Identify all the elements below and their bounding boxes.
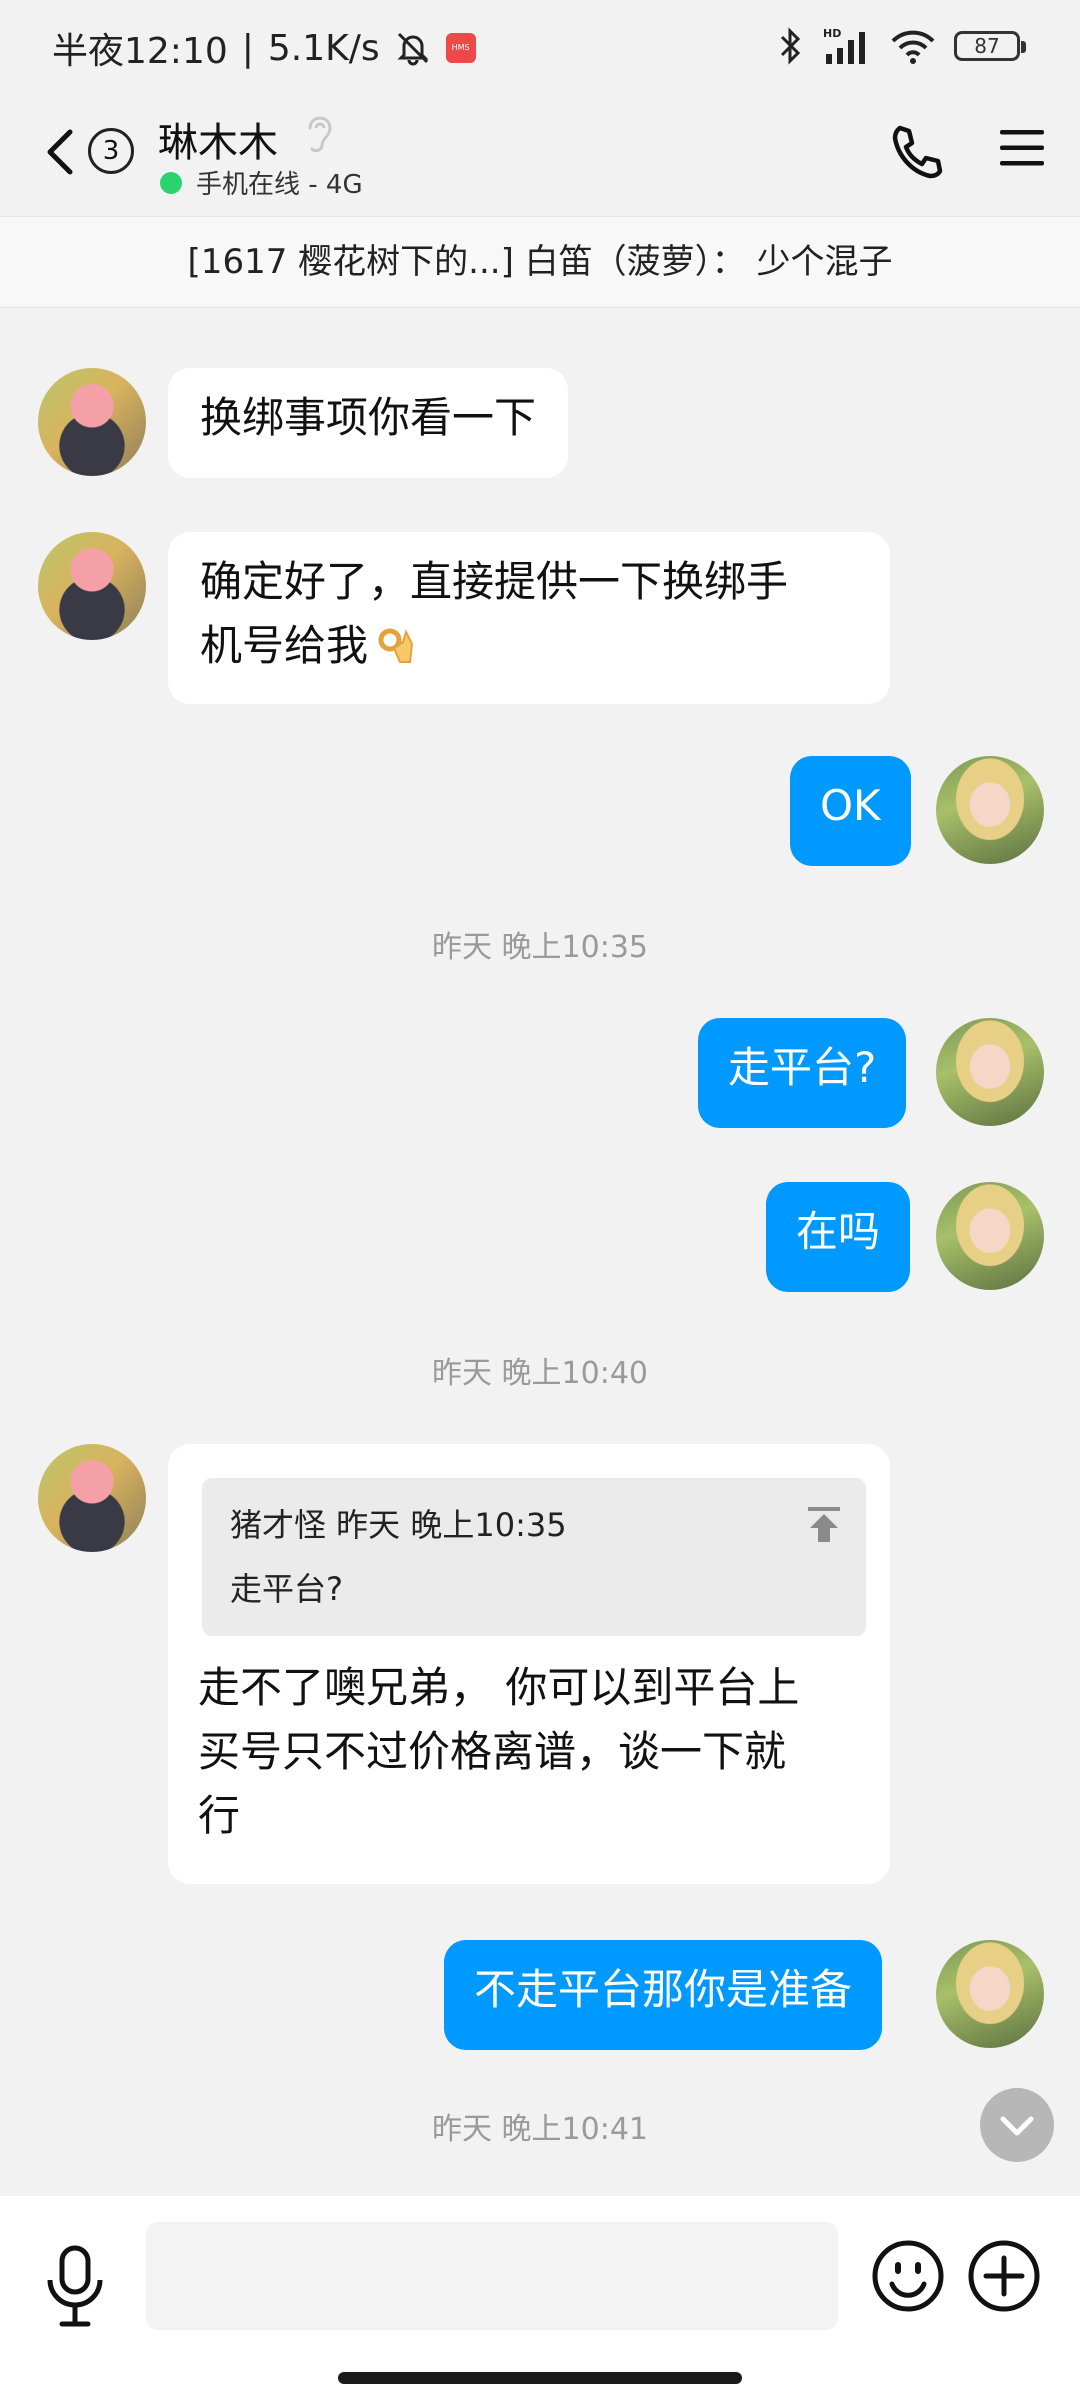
message-bubble-sent[interactable]: 在吗 [766, 1182, 911, 1292]
network-speed: 5.1K/s [267, 27, 380, 69]
status-bar: 半夜12:10 | 5.1K/s HMS HD 87 [0, 0, 1080, 96]
input-bar [0, 2196, 1080, 2400]
message-text-line2: 买号只不过价格离谱，谈一下就 [198, 1727, 787, 1776]
chevron-down-icon [1000, 2116, 1034, 2136]
message-bubble-received[interactable]: 猪才怪 昨天 晚上10:35 走平台? 走不了噢兄弟， 你可以到平台上 买号只不… [168, 1444, 890, 1884]
status-separator: | [241, 27, 254, 69]
message-text: 确定好了，直接提供一下换绑手 [200, 557, 789, 606]
wifi-icon [891, 30, 935, 64]
ear-icon [308, 116, 332, 153]
contact-avatar[interactable] [38, 368, 146, 476]
my-avatar[interactable] [936, 1182, 1044, 1290]
bluetooth-icon [780, 27, 801, 65]
status-time: 半夜12:10 [52, 31, 228, 72]
contact-name[interactable]: 琳木木 [158, 110, 278, 168]
message-bubble-sent[interactable]: 不走平台那你是准备 [444, 1940, 883, 2050]
ok-hand-emoji-icon [378, 628, 414, 663]
online-dot-icon [160, 171, 182, 194]
message-timestamp: 昨天 晚上10:40 [432, 1356, 648, 1391]
voice-input-button[interactable] [42, 2244, 108, 2328]
message-text: 不走平台那你是准备 [474, 1965, 853, 2014]
signal-icon: HD [823, 27, 865, 64]
message-text: 在吗 [796, 1207, 881, 1256]
message-input[interactable] [146, 2222, 838, 2330]
my-avatar[interactable] [936, 756, 1044, 864]
message-text: 换绑事项你看一下 [200, 393, 537, 442]
message-bubble-sent[interactable]: 走平台? [698, 1018, 907, 1128]
muted-bell-icon [397, 32, 429, 66]
message-timestamp: 昨天 晚上10:35 [432, 930, 648, 965]
contact-avatar[interactable] [38, 532, 146, 640]
message-text: OK [820, 781, 881, 830]
message-text-line3: 行 [198, 1791, 241, 1840]
message-timestamp: 昨天 晚上10:41 [432, 2112, 648, 2147]
hms-icon: HMS [445, 33, 476, 63]
message-text: 走不了噢兄弟， 你可以到平台上 [198, 1663, 800, 1712]
battery-icon: 87 [954, 31, 1026, 61]
phone-call-button[interactable] [888, 120, 944, 180]
contact-avatar[interactable] [38, 1444, 146, 1552]
jump-to-message-icon[interactable] [804, 1504, 844, 1544]
more-options-plus-button[interactable] [966, 2238, 1042, 2314]
status-right: HD 87 [778, 26, 1026, 66]
my-avatar[interactable] [936, 1018, 1044, 1126]
message-bubble-sent[interactable]: OK [790, 756, 911, 866]
status-left: 半夜12:10 | 5.1K/s HMS [52, 22, 476, 74]
quoted-message[interactable]: 猪才怪 昨天 晚上10:35 走平台? [202, 1478, 866, 1636]
online-status-text: 手机在线 - 4G [196, 170, 363, 200]
home-indicator[interactable] [338, 2372, 742, 2384]
message-bubble-received[interactable]: 确定好了，直接提供一下换绑手 机号给我 [168, 532, 890, 704]
emoji-button[interactable] [870, 2238, 946, 2314]
quoted-message-meta: 猪才怪 昨天 晚上10:35 [230, 1506, 567, 1544]
scroll-to-bottom-button[interactable] [980, 2088, 1054, 2162]
message-bubble-received[interactable]: 换绑事项你看一下 [168, 368, 569, 478]
hd-label: HD [823, 27, 841, 40]
unread-count-badge[interactable]: 3 [88, 128, 134, 174]
back-button[interactable] [40, 122, 80, 182]
chat-header: 3 琳木木 手机在线 - 4G [0, 96, 1080, 216]
online-status: 手机在线 - 4G [160, 164, 363, 201]
quoted-message-text: 走平台? [230, 1570, 343, 1608]
message-text-line2: 机号给我 [200, 614, 858, 678]
message-text: 走平台? [728, 1043, 877, 1092]
pinned-group-message[interactable]: [1617 樱花树下的...] 白笛（菠萝）： 少个混子 [0, 216, 1080, 308]
my-avatar[interactable] [936, 1940, 1044, 2048]
menu-button[interactable] [998, 124, 1046, 172]
